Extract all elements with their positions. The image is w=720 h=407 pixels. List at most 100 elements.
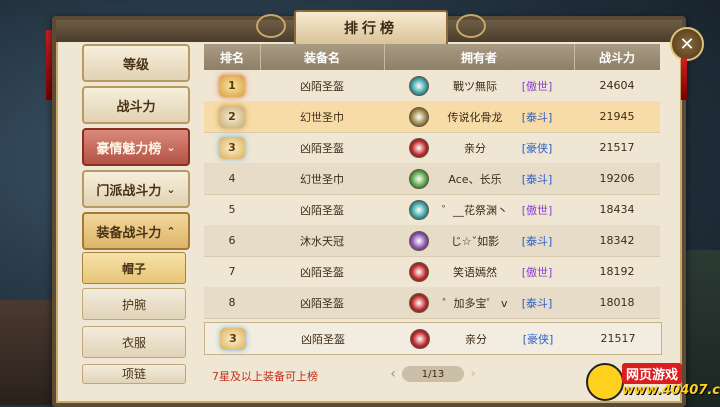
combat-power-value: 18342 <box>599 234 635 247</box>
table-row[interactable]: 7 凶陌圣盔 笑语嫣然 [傲世] 18192 <box>204 256 660 288</box>
owner-name: ゜__花祭渊丶 <box>442 203 508 217</box>
sect-emblem-icon <box>409 76 429 96</box>
owner-name: じ☆ˇ如影 <box>450 234 500 248</box>
owner-name: 亲分 <box>465 332 487 346</box>
chevron-down-icon: ⌄ <box>166 182 176 196</box>
sect-emblem-icon <box>409 107 429 127</box>
equipment-name: 凶陌圣盔 <box>300 79 344 93</box>
table-header: 排名 装备名 拥有者 战斗力 <box>204 44 660 70</box>
subitem-bracer[interactable]: 护腕 <box>82 288 186 320</box>
rank-number: 4 <box>228 172 236 185</box>
equipment-name: 沐水天冠 <box>300 234 344 248</box>
header-owner: 拥有者 <box>384 44 575 70</box>
sect-emblem-icon <box>409 169 429 189</box>
table-row[interactable]: 1 凶陌圣盔 戰ツ無际 [傲世] 24604 <box>204 70 660 102</box>
watermark-line2: www.40407.com <box>622 383 720 398</box>
table-row[interactable]: 8 凶陌圣盔 ゜加多宝゜ v [泰斗] 18018 <box>204 287 660 319</box>
owner-name: Ace、长乐 <box>448 172 502 186</box>
my-rank-row[interactable]: 3 凶陌圣盔 亲分 [豪侠] 21517 <box>204 322 662 355</box>
equipment-name: 凶陌圣盔 <box>301 332 345 346</box>
combat-power-value: 24604 <box>599 79 635 92</box>
owner-title-tag: [泰斗] <box>521 172 553 186</box>
table-row[interactable]: 3 凶陌圣盔 亲分 [豪侠] 21517 <box>204 132 660 164</box>
prev-page-button[interactable]: ‹ <box>384 366 402 382</box>
owner-name: ゜加多宝゜ v <box>442 296 508 310</box>
mascot-icon <box>586 363 624 401</box>
sidebar-item-charm[interactable]: 豪情魅力榜 ⌄ <box>82 128 190 166</box>
site-watermark-logo: 网页游戏 www.40407.com <box>586 361 720 403</box>
sect-emblem-icon <box>409 200 429 220</box>
owner-title-tag: [傲世] <box>521 265 553 279</box>
rank-cell: 2 <box>204 101 260 132</box>
rank-cell: 5 <box>204 194 260 225</box>
sect-emblem-icon <box>409 231 429 251</box>
combat-power-value: 18192 <box>599 265 635 278</box>
close-button[interactable]: ✕ <box>670 27 704 61</box>
equipment-name: 凶陌圣盔 <box>300 296 344 310</box>
equipment-name: 幻世圣巾 <box>300 110 344 124</box>
rank-cell: 8 <box>204 287 260 318</box>
combat-power-value: 19206 <box>599 172 635 185</box>
rank-cell: 6 <box>204 225 260 256</box>
footer-note: 7星及以上装备可上榜 <box>212 370 318 383</box>
subitem-necklace[interactable]: 项链 <box>82 364 186 384</box>
subitem-hat[interactable]: 帽子 <box>82 252 186 284</box>
rank-cell: 3 <box>205 323 261 354</box>
title-ornament-right <box>456 14 486 38</box>
rank-number: 6 <box>228 234 236 247</box>
rank-medal-icon: 3 <box>219 136 245 159</box>
sidebar-item-level[interactable]: 等级 <box>82 44 190 82</box>
sect-emblem-icon <box>409 293 429 313</box>
close-icon[interactable]: ✕ <box>679 34 694 55</box>
sect-emblem-icon <box>410 329 430 349</box>
equipment-name: 凶陌圣盔 <box>300 265 344 279</box>
sect-emblem-icon <box>409 262 429 282</box>
combat-power-value: 21945 <box>599 110 635 123</box>
owner-name: 传说化骨龙 <box>447 110 503 124</box>
pagination: ‹ 1/13 › <box>384 366 482 382</box>
rank-cell: 3 <box>204 132 260 163</box>
window-title: 排行榜 <box>294 10 448 46</box>
owner-name: 笑语嫣然 <box>453 265 497 279</box>
title-ornament-left <box>256 14 286 38</box>
right-tassel-ornament <box>681 58 687 100</box>
owner-title-tag: [泰斗] <box>521 110 553 124</box>
header-rank: 排名 <box>204 44 261 70</box>
rank-cell: 1 <box>204 70 260 101</box>
rank-number: 7 <box>228 265 236 278</box>
rank-medal-icon: 2 <box>219 105 245 128</box>
header-item: 装备名 <box>260 44 385 70</box>
table-row[interactable]: 5 凶陌圣盔 ゜__花祭渊丶 [傲世] 18434 <box>204 194 660 226</box>
combat-power-value: 18434 <box>599 203 635 216</box>
table-row[interactable]: 6 沐水天冠 じ☆ˇ如影 [泰斗] 18342 <box>204 225 660 257</box>
owner-name: 亲分 <box>464 141 486 155</box>
owner-title-tag: [豪侠] <box>521 141 553 155</box>
table-row[interactable]: 2 幻世圣巾 传说化骨龙 [泰斗] 21945 <box>204 101 660 133</box>
chevron-up-icon: ⌃ <box>166 224 176 238</box>
rank-cell: 4 <box>204 163 260 194</box>
owner-title-tag: [傲世] <box>521 203 553 217</box>
sidebar-item-equipment-power[interactable]: 装备战斗力 ⌃ <box>82 212 190 250</box>
equipment-name: 凶陌圣盔 <box>300 141 344 155</box>
equipment-name: 幻世圣巾 <box>300 172 344 186</box>
combat-power-value: 21517 <box>599 141 635 154</box>
owner-title-tag: [傲世] <box>521 79 553 93</box>
page-indicator: 1/13 <box>402 366 464 382</box>
owner-title-tag: [泰斗] <box>521 234 553 248</box>
equipment-name: 凶陌圣盔 <box>300 203 344 217</box>
table-row[interactable]: 4 幻世圣巾 Ace、长乐 [泰斗] 19206 <box>204 163 660 195</box>
combat-power-value: 18018 <box>599 296 635 309</box>
subitem-clothes[interactable]: 衣服 <box>82 326 186 358</box>
combat-power-value: 21517 <box>600 332 636 345</box>
chevron-down-icon: ⌄ <box>166 140 176 154</box>
rank-number: 5 <box>228 203 236 216</box>
rank-cell: 7 <box>204 256 260 287</box>
owner-name: 戰ツ無际 <box>453 79 497 93</box>
sidebar-item-combat-power[interactable]: 战斗力 <box>82 86 190 124</box>
building-silhouette <box>0 300 60 405</box>
sect-emblem-icon <box>409 138 429 158</box>
sidebar-item-sect-power[interactable]: 门派战斗力 ⌄ <box>82 170 190 208</box>
next-page-button[interactable]: › <box>464 366 482 382</box>
owner-title-tag: [泰斗] <box>521 296 553 310</box>
rank-number: 8 <box>228 296 236 309</box>
